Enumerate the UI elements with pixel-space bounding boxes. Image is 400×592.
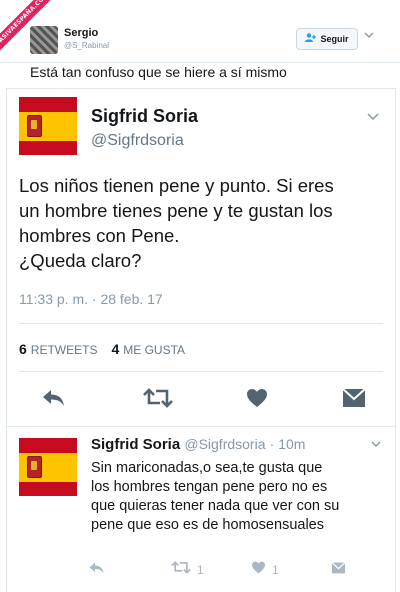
divider	[19, 371, 383, 372]
reply-text-line: que quieras tener nada que ver con su	[91, 498, 340, 514]
author-name[interactable]: Sergio	[64, 27, 98, 39]
reply-actions: 1 1	[7, 559, 395, 581]
tweet-text-line: ¿Queda claro?	[19, 250, 142, 271]
direct-message-button[interactable]	[339, 385, 369, 415]
author-handle[interactable]: @Sigfrdsoria	[91, 132, 184, 150]
spain-flag-avatar[interactable]	[19, 97, 77, 155]
reply-text-line: pene que eso es de homosensuales	[91, 517, 324, 533]
likes-label[interactable]: ME GUSTA	[123, 343, 185, 357]
reply-header: Sigfrid Soria @Sigfrdsoria · 10m	[91, 436, 305, 453]
like-button[interactable]: 1	[251, 559, 279, 581]
tweet-text-line: hombres con Pene.	[19, 225, 180, 246]
watermark-text: ASIVAESPAÑA.COM	[0, 0, 52, 52]
likes-count[interactable]: 4	[111, 341, 119, 357]
like-button[interactable]	[242, 385, 272, 415]
retweet-button[interactable]: 1	[171, 559, 204, 581]
retweets-label[interactable]: RETWEETS	[31, 343, 98, 357]
reply-text-line: los hombres tengan pene pero no es	[91, 479, 328, 495]
divider	[7, 426, 395, 427]
tweet-text-line: Los niños tienen pene y punto. Si eres	[19, 175, 334, 196]
retweet-button[interactable]	[143, 385, 173, 415]
retweet-count: 1	[197, 563, 204, 577]
direct-message-button[interactable]	[331, 559, 346, 581]
message-icon	[342, 387, 366, 413]
follow-button[interactable]: Seguir	[296, 28, 358, 50]
reply-button[interactable]	[89, 559, 105, 581]
add-user-icon	[305, 33, 317, 45]
follow-label: Seguir	[320, 34, 349, 44]
watermark: ASIVAESPAÑA.COM	[0, 0, 52, 52]
author-name[interactable]: Sigfrid Soria	[91, 106, 198, 127]
author-handle[interactable]: @S_Rabinal	[64, 41, 109, 50]
chevron-down-icon[interactable]	[367, 109, 379, 123]
reply-icon	[89, 561, 105, 579]
tweet-timestamp[interactable]: 11:33 p. m. · 28 feb. 17	[19, 291, 163, 307]
reply-icon	[42, 389, 66, 412]
tweet-stats: 6 RETWEETS 4 ME GUSTA	[19, 341, 199, 357]
retweet-icon	[143, 387, 173, 413]
author-handle[interactable]: @Sigfrdsoria	[184, 436, 265, 452]
chevron-down-icon[interactable]	[364, 30, 374, 41]
outer-tweet-header: Sergio @S_Rabinal Seguir	[0, 0, 400, 63]
retweet-icon	[171, 561, 191, 579]
message-icon	[331, 561, 346, 579]
spain-flag-avatar[interactable]	[19, 438, 77, 496]
like-count: 1	[272, 563, 279, 577]
author-name[interactable]: Sigfrid Soria	[91, 436, 180, 453]
tweet-actions	[7, 385, 395, 415]
heart-icon	[251, 561, 266, 579]
divider	[19, 323, 383, 324]
reply-text: Sin mariconadas,o sea,te gusta que los h…	[91, 459, 391, 535]
reply-time[interactable]: · 10m	[270, 436, 306, 452]
outer-tweet-text: Está tan confuso que se hiere a sí mismo	[30, 64, 287, 80]
heart-icon	[246, 388, 268, 413]
tweet-text: Los niños tienen pene y punto. Si eres u…	[19, 173, 389, 273]
tweet-text-line: un hombre tienes pene y te gustan los	[19, 200, 333, 221]
retweets-count[interactable]: 6	[19, 341, 27, 357]
reply-text-line: Sin mariconadas,o sea,te gusta que	[91, 460, 323, 476]
quoted-tweet-card[interactable]: Sigfrid Soria @Sigfrdsoria Los niños tie…	[6, 88, 396, 592]
chevron-down-icon[interactable]	[371, 438, 381, 450]
reply-button[interactable]	[39, 385, 69, 415]
